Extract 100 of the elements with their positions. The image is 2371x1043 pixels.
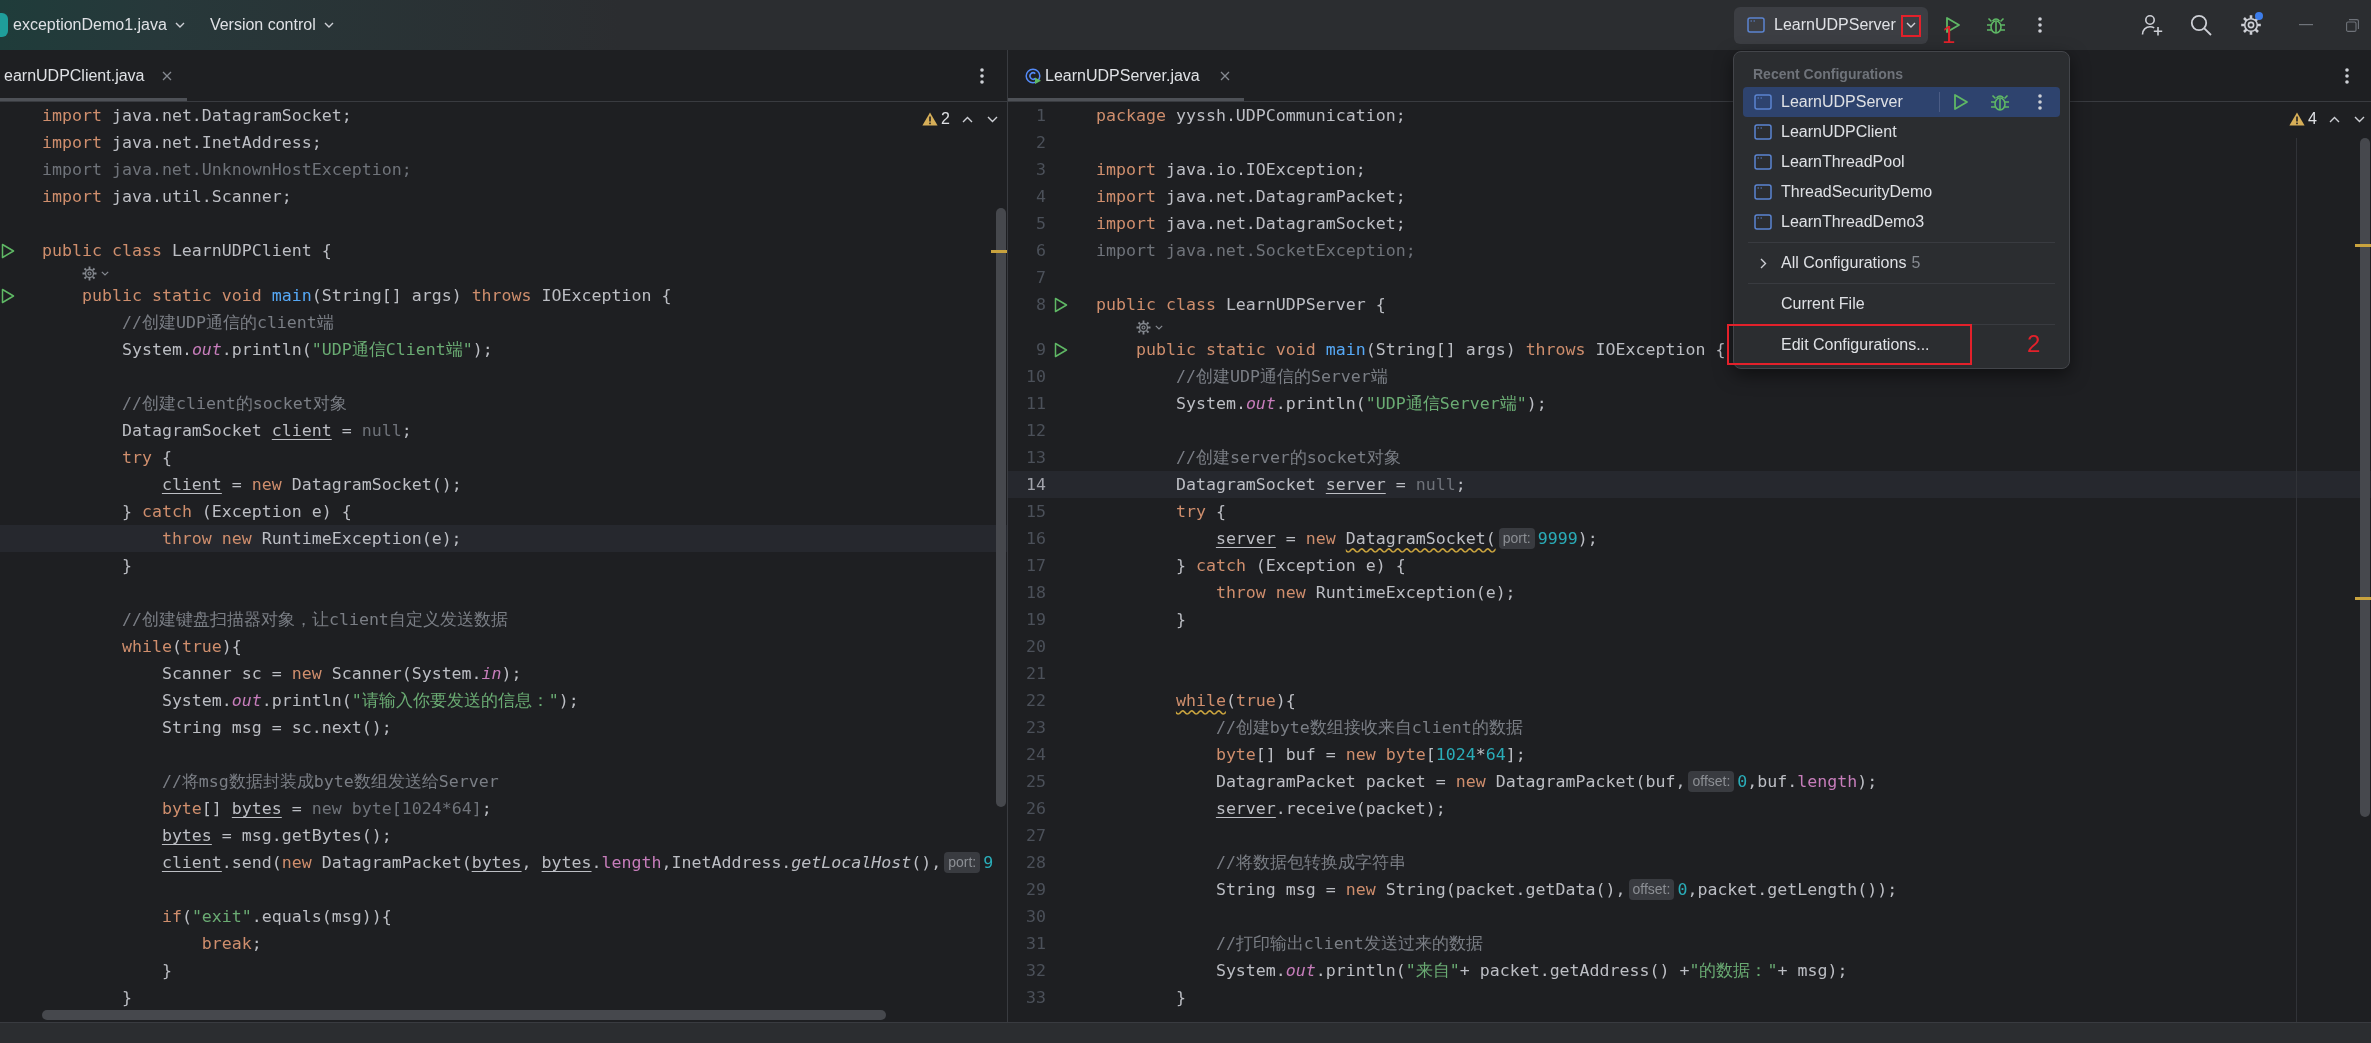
- code-text: Scanner sc = new Scanner(System.in);: [161, 663, 522, 685]
- code-text: throw new RuntimeException(e);: [161, 528, 462, 550]
- application-icon: [1754, 184, 1772, 200]
- bug-icon[interactable]: [1986, 15, 2006, 35]
- section-header: Recent Configurations: [1752, 65, 1905, 84]
- code-text: 0,buf.length);: [1737, 771, 1878, 793]
- annotation-box: [1901, 14, 1921, 37]
- code-text: server = new DatagramSocket(: [1215, 528, 1496, 550]
- code-text: //创建UDP通信的Server端: [1175, 366, 1388, 388]
- code-text: server.receive(packet);: [1215, 798, 1446, 820]
- inlay-hint: port:: [1498, 528, 1535, 549]
- play-icon[interactable]: [1, 242, 15, 259]
- code-text: System.out.println("请输入你要发送的信息：");: [161, 690, 579, 712]
- configuration-item[interactable]: ThreadSecurityDemo: [1743, 177, 2060, 207]
- application-icon: [1747, 17, 1765, 33]
- configuration-item[interactable]: LearnThreadPool: [1743, 147, 2060, 177]
- run-config-selector[interactable]: LearnUDPServer: [1734, 6, 1928, 44]
- code-text: 9: [983, 852, 994, 874]
- project-badge-icon[interactable]: [0, 13, 8, 37]
- code-text: }: [121, 987, 132, 1009]
- configuration-item[interactable]: LearnUDPClient: [1743, 117, 2060, 147]
- code-text: System.out.println("UDP通信Server端");: [1175, 393, 1547, 415]
- editor-tab[interactable]: LearnUDPServer.java: [1008, 50, 1244, 101]
- line-number: 14: [1025, 474, 1046, 496]
- warning-icon[interactable]: [2289, 112, 2306, 126]
- chevron-down-icon: [323, 22, 334, 28]
- gear-icon[interactable]: [1136, 319, 1151, 335]
- code-text: 0,packet.getLength());: [1677, 879, 1898, 901]
- menu-item[interactable]: Current File: [1743, 289, 1876, 319]
- code-text: import java.net.DatagramSocket;: [42, 105, 352, 127]
- close-icon[interactable]: [162, 70, 172, 81]
- chevron-down-icon[interactable]: [1155, 324, 1163, 330]
- code-text: } catch (Exception e) {: [1175, 555, 1406, 577]
- search-icon[interactable]: [2190, 14, 2212, 36]
- code-text: import java.net.DatagramSocket;: [1096, 213, 1406, 235]
- code-text: //将数据包转换成字符串: [1215, 852, 1406, 874]
- bug-icon[interactable]: [1990, 92, 2010, 112]
- code-text: import java.net.DatagramPacket;: [1096, 186, 1406, 208]
- scrollbar-thumb[interactable]: [2360, 138, 2370, 817]
- chevron-right-icon: [1759, 257, 1767, 269]
- application-icon: [1754, 154, 1772, 170]
- annotation-number: 1: [1942, 23, 1956, 47]
- code-text: 9999);: [1537, 528, 1598, 550]
- project-menu-button[interactable]: exceptionDemo1.java: [13, 15, 185, 35]
- gear-icon[interactable]: [82, 265, 97, 281]
- chevron-up-icon[interactable]: [2329, 115, 2340, 123]
- close-icon[interactable]: [1220, 70, 1230, 81]
- more-vertical-icon[interactable]: [2345, 67, 2349, 84]
- code-text: try {: [1175, 501, 1226, 523]
- code-text: }: [1175, 609, 1186, 631]
- warning-stripe-marker[interactable]: [991, 250, 1007, 253]
- chevron-down-icon[interactable]: [987, 115, 998, 123]
- chevron-up-icon[interactable]: [962, 115, 973, 123]
- chevron-down-icon[interactable]: [2354, 115, 2365, 123]
- code-text: //创建server的socket对象: [1175, 447, 1401, 469]
- code-text: if("exit".equals(msg)){: [161, 906, 392, 928]
- warning-count: 2: [941, 109, 950, 129]
- code-text: byte[] bytes = new byte[1024*64];: [161, 798, 492, 820]
- warning-stripe-marker[interactable]: [2355, 244, 2371, 247]
- chevron-down-icon[interactable]: [101, 270, 109, 276]
- code-text: byte[] buf = new byte[1024*64];: [1215, 744, 1526, 766]
- more-vertical-icon[interactable]: [2038, 94, 2042, 110]
- play-icon[interactable]: [1, 287, 15, 304]
- application-icon: [1754, 214, 1772, 230]
- more-vertical-icon[interactable]: [2038, 17, 2042, 33]
- code-text: throw new RuntimeException(e);: [1215, 582, 1516, 604]
- scrollbar-thumb[interactable]: [996, 208, 1006, 807]
- notification-dot-icon: [2255, 12, 2263, 20]
- code-text: System.out.println("来自"+ packet.getAddress() +"的数据："+ msg);: [1215, 960, 1848, 982]
- settings-icon[interactable]: [2240, 14, 2262, 36]
- restore-icon[interactable]: [2345, 18, 2359, 32]
- annotation-number: 2: [2027, 332, 2041, 356]
- warning-stripe-marker[interactable]: [2355, 597, 2371, 600]
- configuration-item[interactable]: LearnUDPServer: [1743, 87, 2060, 117]
- configuration-item[interactable]: LearnThreadDemo3: [1743, 207, 2060, 237]
- code-text: //打印输出client发送过来的数据: [1215, 933, 1483, 955]
- scrollbar-thumb[interactable]: [42, 1010, 886, 1020]
- code-text: import java.net.UnknownHostException;: [42, 159, 412, 181]
- code-text: }: [161, 960, 172, 982]
- more-vertical-icon[interactable]: [980, 67, 984, 84]
- menu-item[interactable]: Edit Configurations...: [1743, 330, 1941, 360]
- warning-count: 4: [2308, 109, 2317, 129]
- chevron-down-icon[interactable]: [1906, 22, 1916, 28]
- editor-tab[interactable]: earnUDPClient.java: [0, 50, 187, 101]
- menu-item[interactable]: All Configurations 5: [1743, 248, 1932, 278]
- code-text: client.send(new DatagramPacket(bytes, bytes.length,InetAddress.getLocalHost(),: [161, 852, 942, 874]
- code-text: public class LearnUDPServer {: [1096, 294, 1386, 316]
- code-text: package yyssh.UDPCommunication;: [1096, 105, 1406, 127]
- item-count: 5: [1911, 254, 1921, 272]
- add-user-icon[interactable]: [2141, 14, 2163, 36]
- code-text: //创建UDP通信的client端: [121, 312, 334, 334]
- vcs-menu-button[interactable]: Version control: [209, 15, 334, 35]
- play-icon[interactable]: [1054, 296, 1068, 313]
- play-icon[interactable]: [1953, 93, 1969, 111]
- warning-icon[interactable]: [922, 112, 939, 126]
- code-text: try {: [121, 447, 172, 469]
- code-text: DatagramSocket server = null;: [1175, 474, 1466, 496]
- inlay-hint: offset:: [1628, 879, 1675, 900]
- play-icon[interactable]: [1054, 341, 1068, 358]
- code-text: //创建client的socket对象: [121, 393, 347, 415]
